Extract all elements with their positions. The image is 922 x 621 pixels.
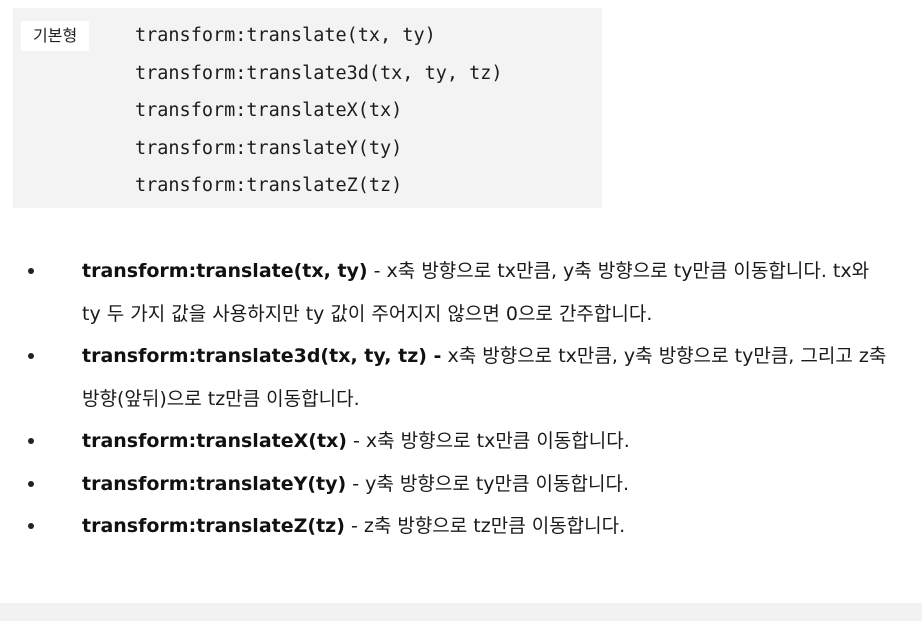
syntax-box: 기본형 transform:translate(tx, ty) transfor…	[13, 8, 602, 208]
item-title: transform:translateX(tx)	[82, 430, 347, 452]
item-text: - z축 방향으로 tz만큼 이동합니다.	[344, 515, 626, 537]
bullet-dot-icon	[28, 438, 34, 444]
list-item: transform:translate(tx, ty) - x축 방향으로 tx…	[0, 250, 892, 335]
bullet-dot-icon	[28, 480, 34, 487]
item-text: - x축 방향으로 tx만큼 이동합니다.	[346, 430, 630, 452]
description-list: transform:translate(tx, ty) - x축 방향으로 tx…	[0, 250, 922, 548]
syntax-code-list: transform:translate(tx, ty) transform:tr…	[135, 21, 503, 209]
bullet-dot-icon	[28, 353, 34, 359]
bottom-band	[0, 603, 922, 621]
bullet-dot-icon	[28, 268, 34, 274]
list-item: transform:translateZ(tz) - z축 방향으로 tz만큼 …	[0, 505, 892, 548]
bullet-dot-icon	[28, 523, 34, 529]
item-title: transform:translate(tx, ty)	[82, 260, 368, 282]
item-title: transform:translate3d(tx, ty, tz) -	[82, 345, 442, 367]
item-text: - y축 방향으로 ty만큼 이동합니다.	[346, 472, 629, 495]
list-item: transform:translateY(ty) - y축 방향으로 ty만큼 …	[0, 463, 892, 506]
syntax-tag: 기본형	[21, 21, 90, 51]
list-item: transform:translate3d(tx, ty, tz) - x축 방…	[0, 335, 892, 420]
syntax-line-translatez: transform:translateZ(tz)	[135, 175, 403, 196]
list-item: transform:translateX(tx) - x축 방향으로 tx만큼 …	[0, 420, 892, 463]
item-title: transform:translateZ(tz)	[82, 515, 345, 537]
syntax-line-translate: transform:translate(tx, ty)	[135, 25, 436, 46]
syntax-line-translate3d: transform:translate3d(tx, ty, tz)	[135, 62, 503, 84]
syntax-line-translatey: transform:translateY(ty)	[135, 137, 403, 159]
syntax-line-translatex: transform:translateX(tx)	[135, 100, 403, 121]
item-title: transform:translateY(ty)	[82, 472, 347, 495]
